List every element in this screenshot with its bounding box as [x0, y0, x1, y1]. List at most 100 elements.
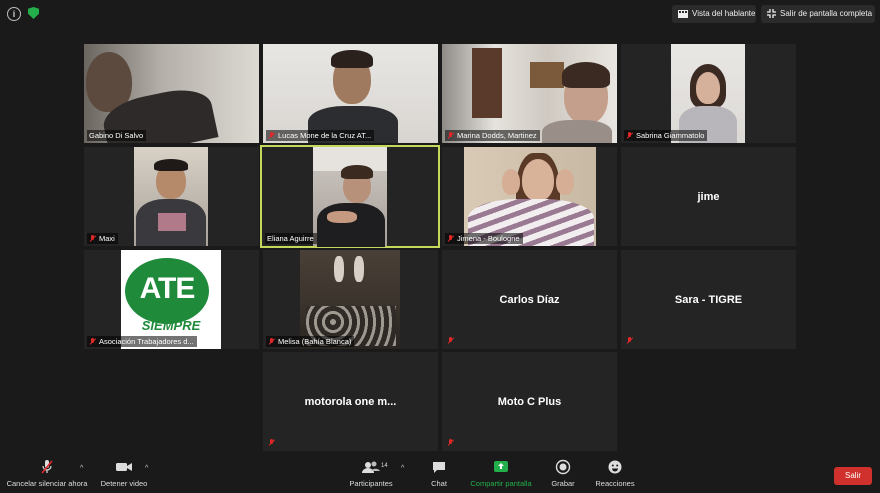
- muted-mic-icon: [268, 439, 275, 447]
- participant-name: Gabino Di Salvo: [87, 130, 147, 141]
- video-camera-icon: [116, 463, 132, 471]
- muted-mic-icon: [447, 337, 454, 345]
- muted-mic-icon: [447, 439, 454, 447]
- participants-count: 14: [381, 463, 388, 469]
- info-icon[interactable]: i: [7, 7, 21, 21]
- participant-name: Sara - TIGRE: [674, 293, 743, 306]
- participant-tile-eliana-active-speaker[interactable]: Eliana Aguirre: [260, 145, 440, 248]
- participant-name-label: Maxi: [87, 233, 118, 244]
- unmute-label: Cancelar silenciar ahora: [6, 479, 88, 488]
- participant-name: Carlos Díaz: [499, 293, 560, 306]
- participant-name-label: Jimena - Boulogne: [445, 233, 523, 244]
- reactions-button[interactable]: Reacciones: [592, 459, 638, 488]
- muted-mic-icon: [626, 337, 633, 345]
- stop-video-button[interactable]: Detener video: [98, 459, 150, 488]
- shoe-left: [334, 256, 344, 282]
- participant-video: [300, 250, 400, 349]
- participant-hand-left: [502, 169, 520, 195]
- speaker-view-button[interactable]: Vista del hablante: [672, 5, 756, 23]
- exit-fullscreen-label: Salir de pantalla completa: [780, 9, 873, 18]
- stop-video-label: Detener video: [100, 479, 148, 488]
- exit-fullscreen-button[interactable]: Salir de pantalla completa: [761, 5, 875, 23]
- participant-name: Moto C Plus: [497, 395, 562, 408]
- encryption-shield-icon[interactable]: [28, 7, 39, 19]
- participants-button[interactable]: Participantes: [345, 459, 397, 488]
- video-options-caret-icon[interactable]: ^: [145, 465, 148, 472]
- participant-video: [134, 147, 208, 246]
- participants-icon: [362, 461, 380, 473]
- share-screen-label: Compartir pantalla: [470, 479, 532, 488]
- participant-video: [464, 147, 596, 246]
- ate-logo-subtext: SIEMPRE: [141, 318, 201, 333]
- reactions-smiley-icon: [608, 460, 622, 474]
- exit-fullscreen-icon: [767, 9, 776, 19]
- participant-body: [542, 120, 612, 143]
- speaker-view-icon: [678, 9, 688, 18]
- participant-video: [84, 44, 259, 143]
- participant-hand-right: [556, 169, 574, 195]
- muted-mic-icon: [89, 338, 96, 346]
- participant-hair: [331, 50, 373, 68]
- participant-tile-lucas[interactable]: Lucas Mone de la Cruz AT...: [263, 44, 438, 143]
- participant-name-label: Marina Dodds, Martinez: [445, 130, 540, 141]
- participant-tile-moto-c[interactable]: Moto C Plus: [442, 352, 617, 451]
- participant-name: Maxi: [99, 234, 115, 243]
- participant-tile-sara[interactable]: Sara - TIGRE: [621, 250, 796, 349]
- chat-icon: [433, 462, 445, 473]
- wall-picture: [530, 62, 564, 88]
- muted-mic-icon: [447, 132, 454, 140]
- participant-tile-ate[interactable]: ATE SIEMPRE Asociación Trabajadores d...: [84, 250, 259, 349]
- unmute-button[interactable]: Cancelar silenciar ahora: [6, 459, 88, 488]
- participant-name: Sabrina Giammatolo: [636, 131, 705, 140]
- muted-mic-icon: [268, 132, 275, 140]
- chat-label: Chat: [431, 479, 447, 488]
- participant-tile-sabrina[interactable]: Sabrina Giammatolo: [621, 44, 796, 143]
- participant-video: [442, 44, 617, 143]
- participant-name: Asociación Trabajadores d...: [99, 337, 194, 346]
- participant-name: Jimena - Boulogne: [457, 234, 520, 243]
- participant-name-label: Melisa (Bahía Blanca): [266, 336, 355, 347]
- muted-microphone-icon: [41, 460, 53, 474]
- participant-video: [263, 44, 438, 143]
- participant-tile-melisa[interactable]: Melisa (Bahía Blanca): [263, 250, 438, 349]
- record-icon: [555, 459, 571, 475]
- participant-tile-motorola[interactable]: motorola one m...: [263, 352, 438, 451]
- participant-hair: [341, 165, 373, 179]
- participant-face: [696, 72, 720, 104]
- participant-hair: [154, 159, 188, 171]
- participant-head: [522, 159, 554, 201]
- share-screen-button[interactable]: Compartir pantalla: [468, 459, 534, 488]
- muted-mic-icon: [89, 235, 96, 243]
- participant-name-label: Lucas Mone de la Cruz AT...: [266, 130, 375, 141]
- participant-video-logo: ATE SIEMPRE: [121, 250, 221, 349]
- participant-tile-gabino[interactable]: Gabino Di Salvo: [84, 44, 259, 143]
- participants-label: Participantes: [349, 479, 393, 488]
- participant-tile-marina[interactable]: Marina Dodds, Martinez: [442, 44, 617, 143]
- participant-tile-maxi[interactable]: Maxi: [84, 147, 259, 246]
- participant-video: [671, 44, 745, 143]
- leave-meeting-button[interactable]: Salir: [834, 467, 872, 485]
- participant-name: jime: [697, 190, 720, 203]
- participants-options-caret-icon[interactable]: ^: [401, 465, 404, 472]
- door-background: [472, 48, 502, 118]
- meeting-toolbar: Cancelar silenciar ahora ^ Detener video…: [0, 455, 880, 493]
- participant-tile-carlos[interactable]: Carlos Díaz: [442, 250, 617, 349]
- participant-tile-jimena[interactable]: Jimena - Boulogne: [442, 147, 617, 246]
- participant-hair: [562, 62, 610, 88]
- audio-options-caret-icon[interactable]: ^: [80, 465, 83, 472]
- participant-name: Marina Dodds, Martinez: [457, 131, 537, 140]
- participant-name: motorola one m...: [304, 395, 397, 408]
- participant-name: Lucas Mone de la Cruz AT...: [278, 131, 372, 140]
- participant-name: Eliana Aguirre: [265, 233, 317, 244]
- speaker-view-label: Vista del hablante: [692, 9, 756, 18]
- muted-mic-icon: [268, 338, 275, 346]
- muted-mic-icon: [447, 235, 454, 243]
- chat-button[interactable]: Chat: [424, 459, 454, 488]
- participant-video: [313, 147, 387, 247]
- participant-tile-jime[interactable]: jime: [621, 147, 796, 246]
- participant-body: [317, 203, 385, 247]
- shirt-print: [158, 213, 186, 231]
- top-bar: i Vista del hablante Salir de pantalla c…: [0, 0, 880, 26]
- record-button[interactable]: Grabar: [548, 459, 578, 488]
- reactions-label: Reacciones: [595, 479, 635, 488]
